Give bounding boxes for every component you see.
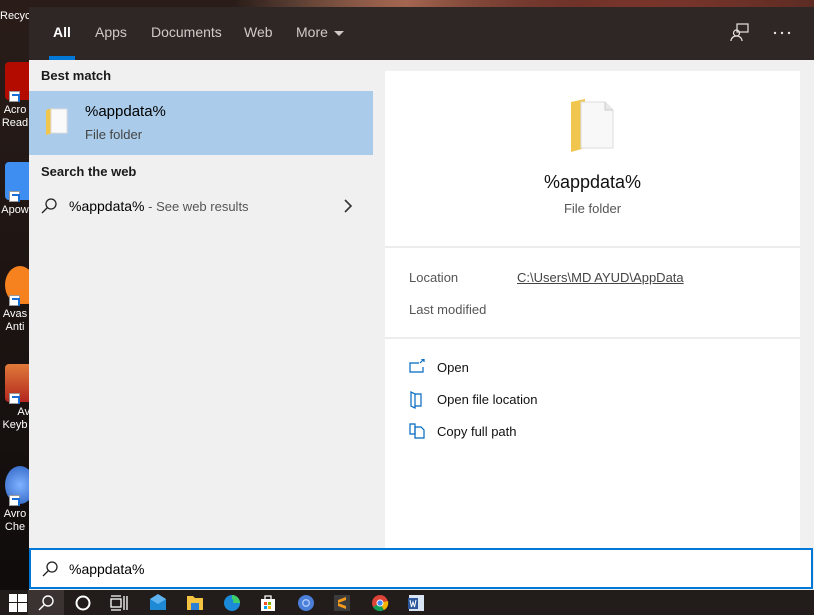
results-list: Best match %appdata% File folder Search …	[29, 60, 373, 548]
tab-label: More	[296, 24, 328, 40]
tab-label: All	[53, 24, 71, 40]
shortcut-arrow-icon	[9, 91, 20, 102]
action-label: Copy full path	[437, 424, 517, 439]
tab-label: Apps	[95, 24, 127, 40]
web-query: %appdata%	[69, 198, 145, 214]
search-icon	[40, 197, 58, 215]
shortcut-arrow-icon	[9, 495, 20, 506]
shortcut-arrow-icon	[9, 295, 20, 306]
search-icon	[41, 560, 59, 578]
result-name: %appdata%	[85, 103, 166, 120]
open-file-location-action[interactable]: Open file location	[409, 389, 709, 411]
web-search-result[interactable]: %appdata% - See web results	[29, 191, 373, 223]
sublime-text-icon	[334, 595, 350, 611]
best-match-heading: Best match	[41, 68, 112, 83]
large-folder-icon	[569, 96, 617, 154]
file-explorer-icon	[187, 596, 203, 610]
cortana-icon	[75, 595, 91, 611]
desktop-icon-label: Read	[1, 117, 29, 129]
desktop-icon-label: Av	[17, 406, 30, 418]
best-match-result[interactable]: %appdata% File folder	[29, 91, 373, 155]
search-header: All Apps Documents Web More	[29, 7, 814, 60]
taskbar	[0, 590, 814, 615]
search-web-heading: Search the web	[41, 164, 137, 179]
windows-logo-icon	[9, 594, 27, 612]
tab-label: Documents	[151, 24, 222, 40]
word-icon	[408, 595, 424, 611]
result-type: File folder	[85, 127, 143, 142]
desktop-icon-label: Keyb	[2, 419, 28, 431]
mail-icon	[150, 594, 166, 610]
location-link[interactable]: C:\Users\MD AYUD\AppData	[517, 270, 684, 285]
shortcut-arrow-icon	[9, 191, 20, 202]
preview-type: File folder	[563, 201, 622, 216]
edge-app[interactable]	[214, 590, 250, 615]
preview-header: %appdata% File folder	[385, 71, 800, 247]
tab-more[interactable]: More	[296, 7, 344, 60]
desktop-icon-label: Che	[4, 521, 26, 533]
desktop-icon-label: Recyc	[0, 10, 30, 22]
shortcut-arrow-icon	[9, 393, 20, 404]
sublime-text-app[interactable]	[324, 590, 360, 615]
location-label: Location	[409, 270, 459, 285]
tab-apps[interactable]: Apps	[95, 7, 127, 60]
open-action[interactable]: Open	[409, 357, 709, 379]
store-icon	[261, 595, 275, 611]
copy-path-icon	[409, 423, 425, 439]
chromium-app[interactable]	[288, 590, 324, 615]
chrome-icon	[372, 595, 389, 612]
desktop-icon-label: Anti	[5, 321, 25, 333]
microsoft-store-app[interactable]	[250, 590, 286, 615]
cortana-button[interactable]	[65, 590, 101, 615]
preview-pane: %appdata% File folder Location C:\Users\…	[385, 71, 800, 548]
desktop-icon-label: Avas	[2, 308, 28, 320]
feedback-icon[interactable]	[729, 22, 751, 44]
desktop-icon-label: Acro	[3, 104, 27, 116]
edge-icon	[224, 595, 240, 611]
tab-all[interactable]: All	[49, 7, 75, 60]
tab-documents[interactable]: Documents	[151, 7, 222, 60]
caret-down-icon	[333, 30, 344, 36]
last-modified-label: Last modified	[409, 302, 487, 317]
search-icon	[38, 595, 54, 611]
web-suffix: - See web results	[144, 199, 249, 214]
tab-web[interactable]: Web	[244, 7, 273, 60]
folder-icon	[45, 106, 69, 136]
file-explorer-app[interactable]	[177, 590, 213, 615]
chrome-app[interactable]	[362, 590, 398, 615]
more-options-icon[interactable]	[771, 22, 793, 44]
divider	[385, 246, 800, 248]
task-view-icon	[110, 595, 128, 611]
open-icon	[409, 358, 425, 375]
task-view-button[interactable]	[101, 590, 137, 615]
chromium-icon	[298, 595, 314, 611]
mail-app[interactable]	[140, 590, 176, 615]
search-box	[29, 548, 813, 589]
divider	[385, 337, 800, 339]
desktop-icon-label: Apow	[1, 204, 29, 216]
chevron-right-icon[interactable]	[342, 197, 354, 215]
search-input[interactable]	[69, 558, 769, 580]
copy-full-path-action[interactable]: Copy full path	[409, 421, 709, 443]
open-file-location-icon	[409, 391, 425, 409]
preview-name: %appdata%	[543, 172, 642, 192]
action-label: Open file location	[437, 392, 538, 407]
search-panel: All Apps Documents Web More Best match %…	[29, 7, 814, 590]
word-app[interactable]	[398, 590, 434, 615]
tab-label: Web	[244, 24, 273, 40]
taskbar-search-button[interactable]	[28, 590, 64, 615]
desktop-icon-label: Avro	[3, 508, 27, 520]
action-label: Open	[437, 360, 469, 375]
web-result-text: %appdata% - See web results	[69, 198, 249, 214]
